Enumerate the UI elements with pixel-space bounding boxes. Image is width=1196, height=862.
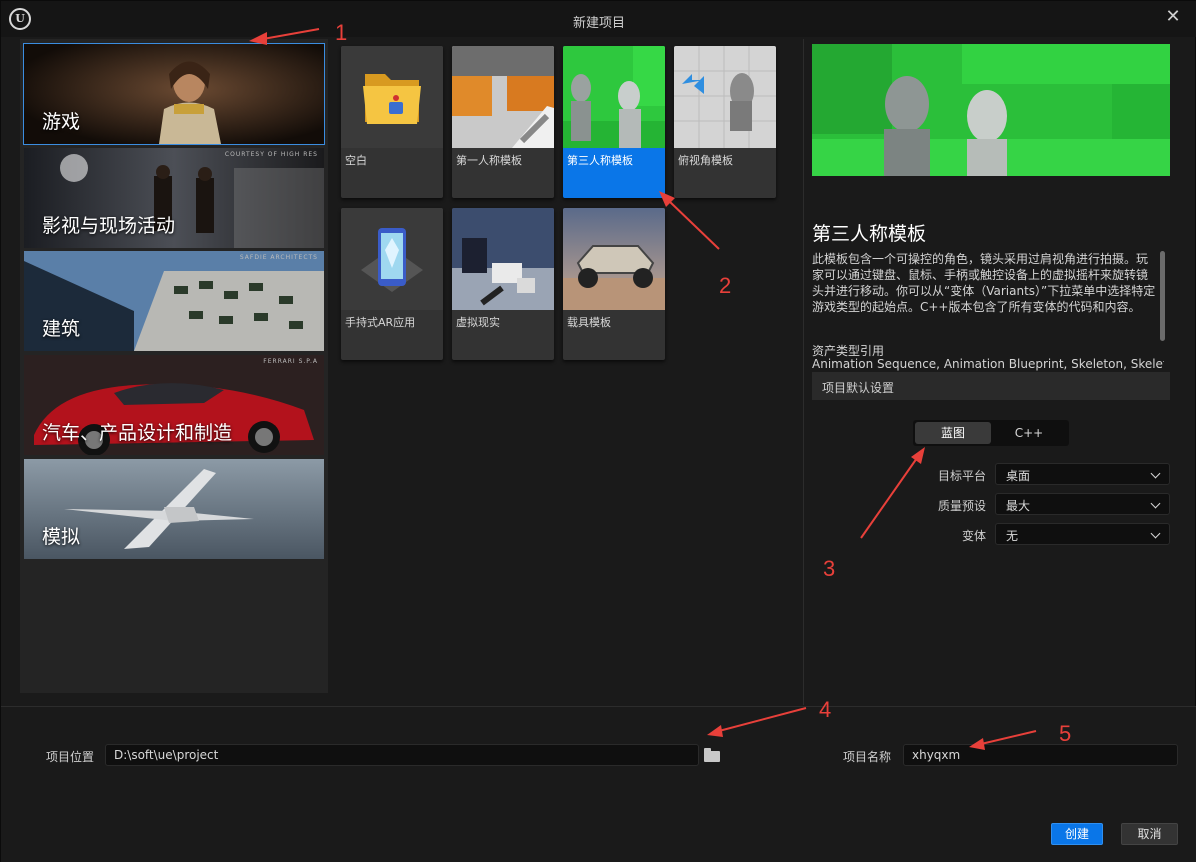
category-games[interactable]: 游戏 <box>23 43 325 145</box>
category-label: 建筑 <box>42 318 81 340</box>
chevron-down-icon <box>1150 528 1161 539</box>
template-panel: 空白 第一人称模板 第三人称模板 俯视角模板 手持式AR应用 虚拟现实 载具模板 <box>337 39 801 693</box>
category-panel: 游戏 COURTESY OF HIGH RES 影视与现场活动 SAFDIE A… <box>20 39 328 693</box>
category-architecture[interactable]: SAFDIE ARCHITECTS 建筑 <box>24 251 324 351</box>
folder-icon <box>363 74 421 124</box>
template-thumbnail <box>452 46 554 148</box>
language-toggle: 蓝图 C++ <box>913 420 1069 446</box>
chevron-down-icon <box>1150 468 1161 479</box>
cpp-option[interactable]: C++ <box>991 422 1067 444</box>
target-platform-select[interactable]: 桌面 <box>995 463 1170 485</box>
annotation-number: 4 <box>819 697 832 722</box>
category-simulation[interactable]: 模拟 <box>24 459 324 559</box>
annotation-number: 2 <box>719 273 732 298</box>
project-name-input[interactable]: xhyqxm <box>903 744 1178 766</box>
description-scrollbar[interactable] <box>1160 251 1165 341</box>
target-platform-row: 目标平台 桌面 <box>812 463 1170 485</box>
close-button[interactable]: ✕ <box>1163 7 1183 27</box>
template-third-person[interactable]: 第三人称模板 <box>563 46 665 198</box>
template-label: 载具模板 <box>567 316 611 329</box>
variant-value: 无 <box>1006 529 1019 543</box>
template-thumbnail <box>674 46 776 148</box>
template-top-down[interactable]: 俯视角模板 <box>674 46 776 198</box>
variant-select[interactable]: 无 <box>995 523 1170 545</box>
template-label: 虚拟现实 <box>456 316 500 329</box>
phone-ar-icon <box>361 228 423 292</box>
category-automotive[interactable]: FERRARI S.P.A 汽车、产品设计和制造 <box>24 355 324 455</box>
category-credit: FERRARI S.P.A <box>263 358 318 365</box>
template-thumbnail <box>341 46 443 148</box>
template-thumbnail <box>341 208 443 310</box>
panel-divider <box>803 39 804 705</box>
annotation-number: 1 <box>335 20 348 45</box>
target-platform-value: 桌面 <box>1006 469 1031 483</box>
browse-folder-icon[interactable] <box>704 748 720 762</box>
quality-preset-value: 最大 <box>1006 499 1031 513</box>
project-name-label: 项目名称 <box>843 750 892 764</box>
project-defaults-header[interactable]: 项目默认设置 <box>812 372 1170 400</box>
quality-preset-row: 质量预设 最大 <box>812 493 1170 515</box>
close-icon: ✕ <box>1165 6 1181 27</box>
category-label: 游戏 <box>42 111 81 133</box>
cancel-button[interactable]: 取消 <box>1121 823 1178 845</box>
annotation-number: 5 <box>1059 721 1072 746</box>
template-thumbnail <box>563 208 665 310</box>
template-thumbnail <box>452 208 554 310</box>
template-label: 手持式AR应用 <box>345 316 416 329</box>
category-credit: COURTESY OF HIGH RES <box>224 151 318 158</box>
dialog-title: 新建项目 <box>572 16 625 31</box>
template-vehicle[interactable]: 载具模板 <box>563 208 665 360</box>
template-description: 此模板包含一个可操控的角色，镜头采用过肩视角进行拍摄。玩家可以通过键盘、鼠标、手… <box>812 252 1156 314</box>
chevron-down-icon <box>1150 498 1161 509</box>
template-label: 俯视角模板 <box>678 154 733 167</box>
template-blank[interactable]: 空白 <box>341 46 443 198</box>
template-first-person[interactable]: 第一人称模板 <box>452 46 554 198</box>
template-thumbnail <box>563 46 665 148</box>
asset-types-list: Animation Sequence, Animation Blueprint,… <box>812 357 1164 371</box>
template-label: 第三人称模板 <box>567 154 633 167</box>
blueprint-option[interactable]: 蓝图 <box>915 422 991 444</box>
category-label: 影视与现场活动 <box>42 215 176 237</box>
new-project-dialog: U 新建项目 ✕ 游戏 COURTESY OF HIGH RES 影视与现场活动… <box>0 0 1196 862</box>
template-vr[interactable]: 虚拟现实 <box>452 208 554 360</box>
project-location-label: 项目位置 <box>46 750 95 764</box>
template-handheld-ar[interactable]: 手持式AR应用 <box>341 208 443 360</box>
project-location-input[interactable]: D:\soft\ue\project <box>105 744 699 766</box>
target-platform-label: 目标平台 <box>937 469 986 483</box>
variant-row: 变体 无 <box>812 523 1170 545</box>
template-label: 第一人称模板 <box>456 154 522 167</box>
category-label: 汽车、产品设计和制造 <box>42 422 233 444</box>
quality-preset-label: 质量预设 <box>937 499 986 513</box>
variant-label: 变体 <box>961 529 986 543</box>
title-bar: U 新建项目 ✕ <box>1 1 1196 37</box>
template-label: 空白 <box>345 154 367 167</box>
bottom-panel: 项目位置 D:\soft\ue\project 项目名称 xhyqxm 创建 取… <box>1 706 1196 862</box>
annotation-number: 3 <box>823 556 836 581</box>
quality-preset-select[interactable]: 最大 <box>995 493 1170 515</box>
category-label: 模拟 <box>42 526 81 548</box>
template-title: 第三人称模板 <box>812 223 927 245</box>
template-preview-image <box>812 44 1170 176</box>
category-credit: SAFDIE ARCHITECTS <box>239 254 318 261</box>
create-button[interactable]: 创建 <box>1051 823 1103 845</box>
category-film-live-events[interactable]: COURTESY OF HIGH RES 影视与现场活动 <box>24 148 324 248</box>
